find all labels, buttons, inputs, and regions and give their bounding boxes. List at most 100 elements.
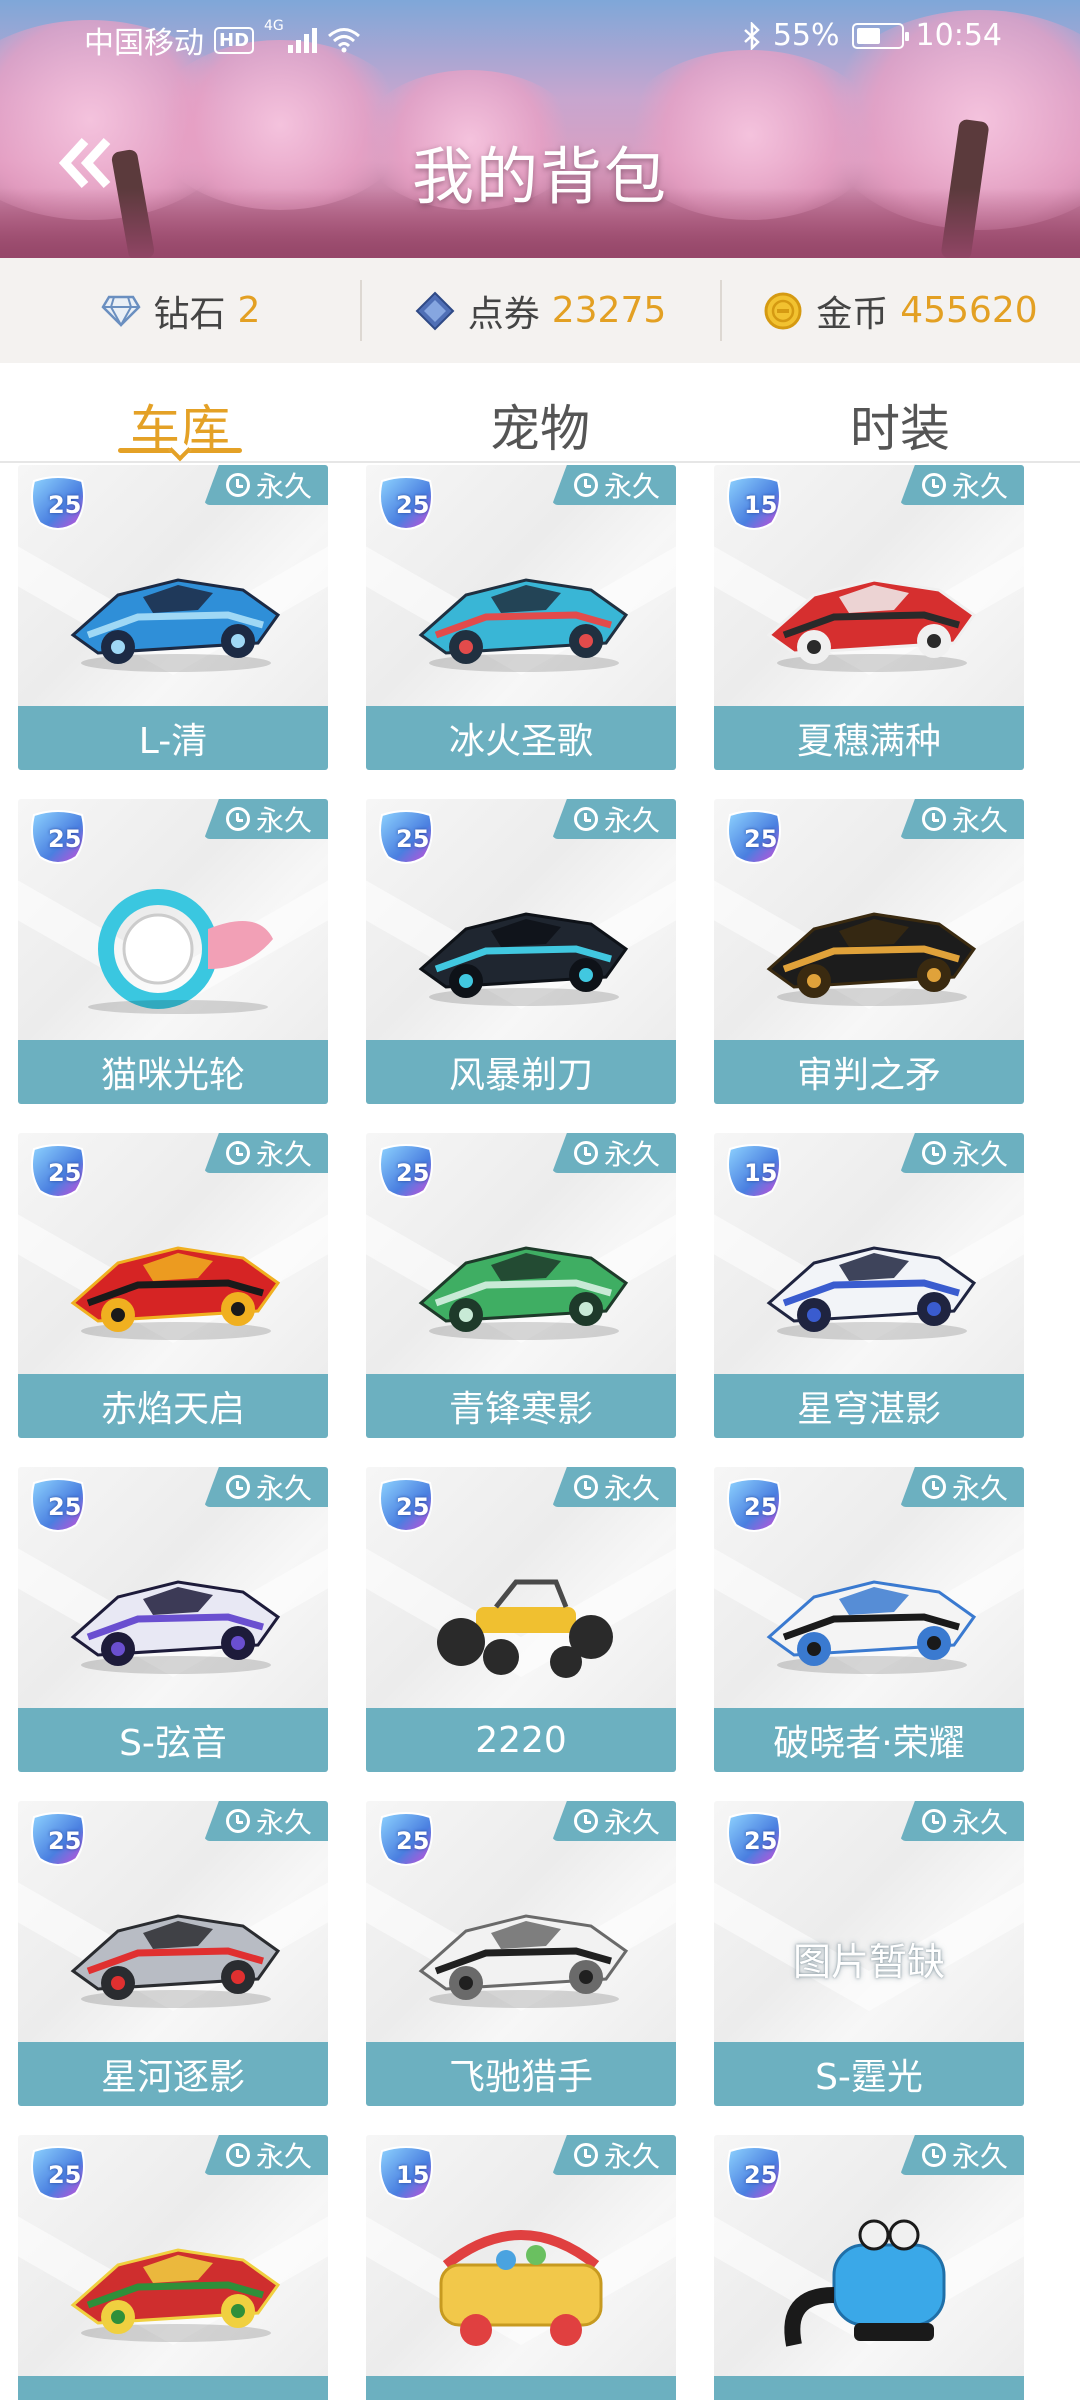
level-badge-icon: 25	[722, 809, 786, 867]
tab-fashion[interactable]: 时装	[720, 363, 1080, 461]
header-banner: 中国移动 HD 4G 55% 10:54 我的背包	[0, 0, 1080, 258]
car-image	[754, 1203, 984, 1353]
level-value: 25	[48, 1159, 82, 1187]
car-image	[58, 1537, 288, 1687]
item-card[interactable]: 25 永久 星河逐影	[18, 1801, 328, 2106]
item-card[interactable]: 15 永久 夏穗满种	[714, 465, 1024, 770]
item-card[interactable]: 25 永久 猫咪光轮	[18, 799, 328, 1104]
level-badge-icon: 25	[26, 1811, 90, 1869]
permanent-tag: 永久	[551, 1133, 676, 1173]
car-image	[754, 869, 984, 1019]
clock-icon	[921, 473, 946, 497]
page-title: 我的背包	[411, 140, 668, 213]
level-badge-icon: 25	[374, 809, 438, 867]
car-image	[406, 1537, 636, 1687]
signal-icon	[287, 27, 317, 53]
item-card[interactable]: 25 永久 破晓者·荣耀	[714, 1467, 1024, 1772]
level-badge-icon: 25	[722, 2145, 786, 2203]
tab-pets[interactable]: 宠物	[360, 363, 720, 461]
tag-text: 永久	[255, 1806, 312, 1839]
tab-label: 宠物	[490, 400, 590, 458]
level-value: 25	[48, 491, 82, 519]
permanent-tag: 永久	[203, 1801, 328, 1841]
permanent-tag: 永久	[551, 1801, 676, 1841]
car-name-label: S-霆光	[714, 2042, 1024, 2106]
carrier-label: 中国移动	[84, 26, 204, 61]
car-image	[406, 1871, 636, 2021]
level-badge-icon: 25	[26, 475, 90, 533]
image-missing-text: 图片暂缺	[792, 1940, 945, 1984]
tag-text: 永久	[255, 1138, 312, 1171]
item-card[interactable]: 25 永久 飞驰猎手	[366, 1801, 676, 2106]
clock-icon	[921, 1141, 946, 1165]
item-card[interactable]: 25 永久 L-清	[18, 465, 328, 770]
tab-label: 时装	[850, 400, 950, 458]
permanent-tag: 永久	[899, 2135, 1024, 2175]
level-badge-icon: 25	[26, 1477, 90, 1535]
diamond-icon	[100, 290, 142, 332]
car-name-label	[18, 2376, 328, 2400]
item-card[interactable]: 25 永久 风暴剃刀	[366, 799, 676, 1104]
item-card[interactable]: 15 永久	[366, 2135, 676, 2400]
car-name-label: L-清	[18, 706, 328, 770]
currency-coupon: 点券 23275	[360, 258, 720, 363]
tab-garage[interactable]: 车库	[0, 363, 360, 462]
car-image	[58, 1203, 288, 1353]
item-card[interactable]: 15 永久 星穹湛影	[714, 1133, 1024, 1438]
item-card[interactable]: 25 永久 青锋寒影	[366, 1133, 676, 1438]
level-value: 15	[396, 2161, 430, 2189]
permanent-tag: 永久	[899, 1467, 1024, 1507]
item-card[interactable]: 25 永久	[18, 2135, 328, 2400]
tag-text: 永久	[951, 470, 1008, 503]
tag-text: 永久	[951, 1806, 1008, 1839]
car-name-label: 冰火圣歌	[366, 706, 676, 770]
clock-icon	[573, 1141, 598, 1165]
clock-icon	[921, 2143, 946, 2167]
item-card[interactable]: 25 永久	[714, 2135, 1024, 2400]
tag-text: 永久	[603, 470, 660, 503]
item-card[interactable]: 25 永久 S-弦音	[18, 1467, 328, 1772]
item-card[interactable]: 25 永久 赤焰天启	[18, 1133, 328, 1438]
level-badge-icon: 25	[722, 1811, 786, 1869]
tag-text: 永久	[603, 1472, 660, 1505]
level-value: 25	[396, 1827, 430, 1855]
car-name-label: 破晓者·荣耀	[714, 1708, 1024, 1772]
currency-value: 455620	[900, 290, 1038, 331]
level-value: 25	[48, 1827, 82, 1855]
tag-text: 永久	[603, 804, 660, 837]
hd-badge: HD	[214, 26, 255, 54]
level-badge-icon: 25	[374, 1143, 438, 1201]
car-image	[406, 869, 636, 1019]
item-card[interactable]: 25 永久 审判之矛	[714, 799, 1024, 1104]
item-card[interactable]: 25 永久冰火圣歌	[366, 465, 676, 770]
level-value: 25	[48, 1493, 82, 1521]
tag-text: 永久	[603, 1138, 660, 1171]
level-badge-icon: 25	[374, 475, 438, 533]
item-card[interactable]: 图片暂缺 25 永久 S-霆光	[714, 1801, 1024, 2106]
car-image	[58, 1871, 288, 2021]
car-image	[754, 2205, 984, 2355]
currency-label: 钻石	[153, 293, 226, 335]
permanent-tag: 永久	[551, 1467, 676, 1507]
permanent-tag: 永久	[551, 2135, 676, 2175]
currency-label: 点券	[467, 293, 540, 335]
clock-icon	[573, 473, 598, 497]
tag-text: 永久	[603, 1806, 660, 1839]
permanent-tag: 永久	[203, 2135, 328, 2175]
status-bar: 中国移动 HD 4G 55% 10:54	[0, 0, 1080, 74]
currency-diamond: 钻石 2	[0, 258, 360, 363]
car-name-label: 夏穗满种	[714, 706, 1024, 770]
item-grid: 25 永久 L-清 25 永久 冰火圣歌 15 永久 夏穗满种 25 永久 猫咪光轮	[0, 465, 1080, 2400]
tag-text: 永久	[255, 1472, 312, 1505]
car-image	[754, 535, 984, 685]
item-card[interactable]: 25 永久 2220	[366, 1467, 676, 1772]
level-badge-icon: 25	[26, 1143, 90, 1201]
tag-text: 永久	[951, 1472, 1008, 1505]
network-type: 4G	[264, 18, 284, 34]
currency-bar: 钻石 2 点券 23275 金币 455620	[0, 258, 1080, 363]
permanent-tag: 永久	[203, 1133, 328, 1173]
clock-icon	[225, 1809, 250, 1833]
level-badge-icon: 25	[374, 1477, 438, 1535]
level-value: 25	[396, 825, 430, 853]
tag-text: 永久	[951, 2140, 1008, 2173]
